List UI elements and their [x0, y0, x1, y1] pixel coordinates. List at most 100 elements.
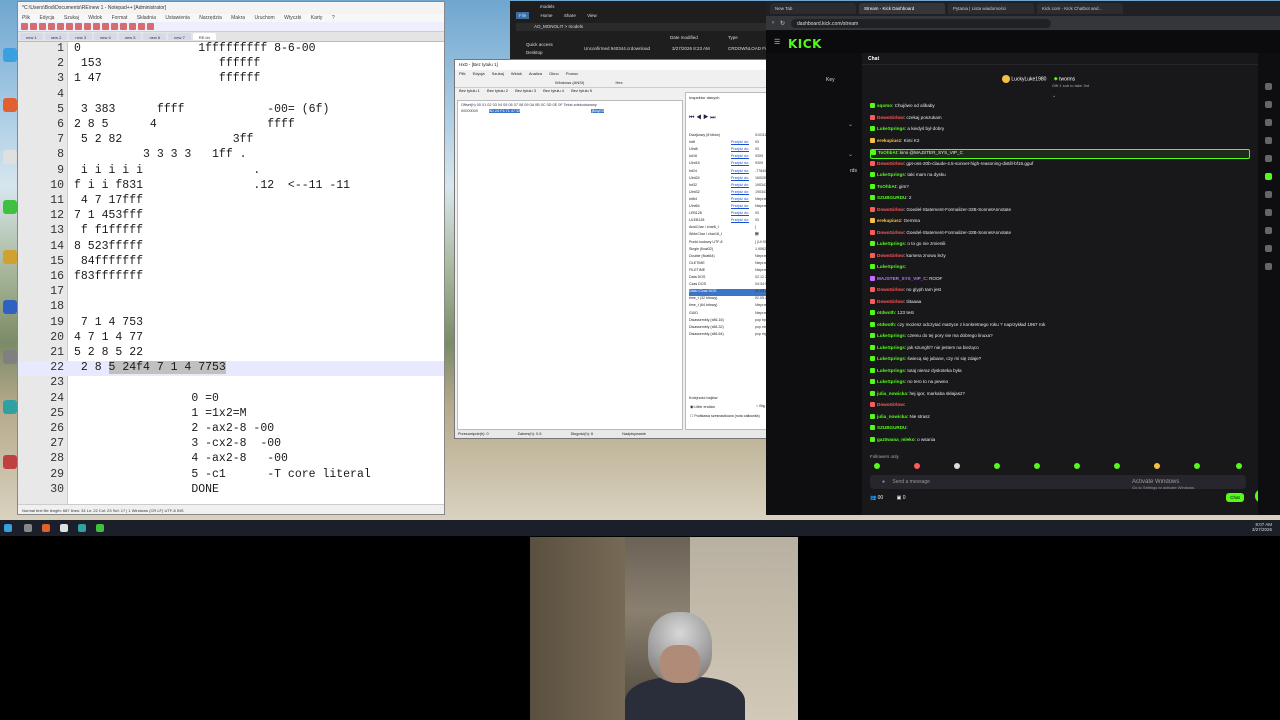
ribbon-tab[interactable]: File — [516, 12, 530, 19]
tab-file-active[interactable]: RE.txt — [192, 33, 216, 40]
menu-item[interactable]: Plik — [459, 71, 465, 76]
chat-message[interactable]: sqomo: Chujówo od alibaby — [870, 103, 1250, 113]
menu-item[interactable]: Karty — [311, 15, 323, 21]
editor-line[interactable]: 9 i i i i i . — [18, 164, 444, 179]
desktop-icon[interactable] — [3, 200, 17, 214]
rightbar-icon[interactable] — [1265, 119, 1272, 126]
sidebar-item-cards[interactable]: rds — [850, 168, 857, 174]
editor-line[interactable]: 6 2 8 5 4 ffff — [18, 118, 444, 133]
hex-integer-checkbox[interactable]: ☐ Podstawa szesnastkowa (nota całkowita) — [690, 414, 760, 418]
taskbar-app-icon[interactable] — [42, 524, 50, 532]
browser-tab[interactable]: Kick.com - Kick Chatbot and... — [1037, 3, 1123, 14]
chat-username[interactable]: ToOhbAt — [877, 184, 896, 189]
open-icon[interactable] — [30, 23, 37, 30]
cut-icon[interactable] — [75, 23, 82, 30]
tab-file[interactable]: new 4 — [94, 33, 117, 40]
menu-item[interactable]: Makra — [231, 15, 245, 21]
chat-message[interactable]: DowoGirlow: kamera znowu leży — [870, 253, 1250, 263]
menu-item[interactable]: Szukaj — [492, 71, 504, 76]
tab-document[interactable]: Bez tytułu 1 — [459, 88, 480, 93]
code-editor[interactable]: 10 1fffffffff 8-6-00 2 153 ffffff 3 1 47 ff… — [18, 42, 444, 506]
paste-icon[interactable] — [93, 23, 100, 30]
chat-message[interactable]: otdwoth: czy możesz odczytać matryce z k… — [870, 322, 1250, 332]
taskbar-app-icon[interactable] — [96, 524, 104, 532]
chat-message[interactable]: julia_nowicka: hej igor, markaba skłajas… — [870, 391, 1250, 401]
emote-icon[interactable] — [1154, 463, 1160, 469]
chat-username[interactable]: DowoGirlow — [877, 253, 904, 258]
little-endian-radio[interactable]: ◉ Little endian — [690, 404, 715, 409]
editor-line[interactable]: 23 — [18, 376, 444, 391]
rightbar-icon[interactable] — [1265, 101, 1272, 108]
menu-icon[interactable]: ☰ — [774, 38, 780, 46]
browser-tab[interactable]: New Tab — [770, 3, 856, 14]
goto-link[interactable]: Przejdź do: — [731, 176, 749, 180]
zoom-in-icon[interactable] — [138, 23, 145, 30]
chat-username[interactable]: LukeSprings — [877, 379, 905, 384]
tab-document[interactable]: Bez tytułu 2 — [487, 88, 508, 93]
selected-text[interactable]: 5 24f4 7 1 4 7753 — [108, 361, 226, 375]
print-icon[interactable] — [66, 23, 73, 30]
chat-username[interactable]: LukeSprings — [877, 241, 905, 246]
menu-item[interactable]: Wtyczki — [284, 15, 301, 21]
editor-line[interactable]: 12 7 1 453fff — [18, 209, 444, 224]
chat-username[interactable]: DowoGirlow — [877, 402, 904, 407]
chat-username[interactable]: julia_nowicka — [877, 391, 907, 396]
start-icon[interactable] — [4, 524, 12, 532]
chat-message[interactable]: erekupiusz: Gemma — [870, 218, 1250, 228]
zoom-out-icon[interactable] — [147, 23, 154, 30]
chat-message[interactable]: DowoGirlow: Goedel-Statement-Formalizer-… — [870, 230, 1250, 240]
editor-line[interactable]: 30 DONE — [18, 483, 444, 498]
editor-line[interactable]: 3 1 47 ffffff — [18, 72, 444, 87]
emote-icon[interactable] — [874, 463, 880, 469]
address-bar[interactable]: dashboard.kick.com/stream — [791, 18, 1052, 28]
taskbar-app-icon[interactable] — [60, 524, 68, 532]
goto-link[interactable]: Przejdź do: — [731, 204, 749, 208]
editor-line[interactable]: 14 8 523fffff — [18, 240, 444, 255]
radix-select[interactable]: Hex — [615, 80, 622, 85]
editor-line[interactable]: 15 84fffffff — [18, 255, 444, 270]
editor-line[interactable]: 26 2 -ax2-8 -00 — [18, 422, 444, 437]
chevron-down-icon[interactable]: ⌄ — [848, 121, 853, 128]
chat-username[interactable]: erekupiusz — [877, 138, 901, 143]
desktop-icon[interactable] — [3, 300, 17, 314]
hex-view[interactable]: Offset(h) 00 01 02 03 04 05 06 07 08 09 … — [457, 100, 683, 430]
chat-username[interactable]: LukeSprings — [877, 345, 905, 350]
desktop-icon[interactable] — [3, 350, 17, 364]
undo-icon[interactable] — [102, 23, 109, 30]
replace-icon[interactable] — [129, 23, 136, 30]
editor-line[interactable]: 22 2 8 5 24f4 7 1 4 7753 — [18, 361, 444, 377]
chat-username[interactable]: LukeSprings — [877, 368, 905, 373]
chevron-down-icon[interactable]: ⌄ — [848, 151, 853, 158]
explorer-address[interactable]: AO_MONOLIT > models — [516, 23, 766, 31]
menu-item[interactable]: Szukaj — [64, 15, 79, 21]
rightbar-icon[interactable] — [1265, 245, 1272, 252]
emote-icon[interactable] — [1074, 463, 1080, 469]
rightbar-icon[interactable] — [1265, 137, 1272, 144]
chat-username[interactable]: DowoGirlow — [877, 207, 904, 212]
save-icon[interactable] — [39, 23, 46, 30]
rightbar-icon[interactable] — [1265, 83, 1272, 90]
goto-link[interactable]: Przejdź do: — [731, 147, 749, 151]
chat-username[interactable]: SZUBGURDU — [877, 425, 906, 430]
goto-link[interactable]: Przejdź do: — [731, 183, 749, 187]
goto-link[interactable]: Przejdź do: — [731, 169, 749, 173]
emote-icon[interactable] — [954, 463, 960, 469]
chat-message[interactable]: SZUBGURDU: — [870, 425, 1250, 435]
redo-icon[interactable] — [111, 23, 118, 30]
editor-line[interactable]: 13 f f1fffff — [18, 224, 444, 239]
emote-icon[interactable] — [1194, 463, 1200, 469]
chat-username[interactable]: LukeSprings — [877, 264, 905, 269]
editor-line[interactable]: 5 3 383 ffff -00= (6f) — [18, 103, 444, 118]
ribbon-tab[interactable]: Home — [541, 13, 553, 18]
desktop-icon[interactable] — [3, 455, 17, 469]
emote-icon[interactable] — [1034, 463, 1040, 469]
editor-line[interactable]: 19 7 1 4 753 — [18, 316, 444, 331]
decoded-text[interactable]: ]$ôqGS — [591, 109, 605, 113]
hex-bytes-selected[interactable]: 5D 24 F4 71 47 53 — [488, 109, 521, 113]
chat-username[interactable]: gaz0wana_mleko — [877, 437, 915, 442]
editor-line[interactable]: 27 3 -cx2-8 -00 — [18, 437, 444, 452]
tab-document[interactable]: Bez tytułu 3 — [515, 88, 536, 93]
desktop-icon[interactable] — [3, 150, 17, 164]
sidebar-item-key[interactable]: Key — [826, 77, 835, 83]
find-icon[interactable] — [120, 23, 127, 30]
